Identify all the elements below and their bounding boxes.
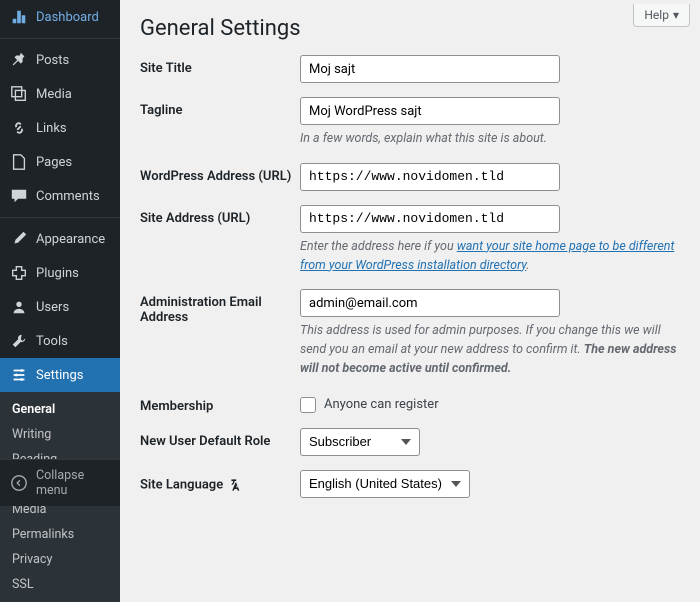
menu-separator [0,217,120,218]
menu-label: Dashboard [36,10,99,25]
desc-siteurl: Enter the address here if you want your … [300,238,680,276]
menu-links[interactable]: Links [0,111,120,145]
submenu-writing[interactable]: Writing [0,422,120,447]
menu-label: Plugins [36,266,79,281]
menu-label: Posts [36,53,69,68]
row-site-title: Site Title [140,55,680,83]
menu-dashboard[interactable]: Dashboard [0,0,120,34]
dashboard-icon [10,8,28,26]
tools-icon [10,332,28,350]
menu-label: Media [36,87,72,102]
row-lang: Site Language English (United States) [140,470,680,498]
row-wpurl: WordPress Address (URL) [140,163,680,191]
collapse-menu[interactable]: Collapse menu [0,459,120,506]
label-wpurl: WordPress Address (URL) [140,163,300,184]
row-tagline: Tagline In a few words, explain what thi… [140,97,680,149]
users-icon [10,298,28,316]
menu-separator [0,38,120,39]
label-siteurl: Site Address (URL) [140,205,300,226]
input-site-title[interactable] [300,55,560,83]
input-tagline[interactable] [300,97,560,125]
menu-plugins[interactable]: Plugins [0,256,120,290]
page-title: General Settings [140,0,680,55]
chevron-down-icon: ▾ [673,8,679,22]
menu-label: Pages [36,155,72,170]
row-siteurl: Site Address (URL) Enter the address her… [140,205,680,276]
menu-label: Settings [36,368,83,383]
menu-users[interactable]: Users [0,290,120,324]
label-site-title: Site Title [140,55,300,76]
brush-icon [10,230,28,248]
input-wpurl[interactable] [300,163,560,191]
pages-icon [10,153,28,171]
row-email: Administration Email Address This addres… [140,289,680,378]
menu-tools[interactable]: Tools [0,324,120,358]
menu-label: Appearance [36,232,105,247]
membership-checkbox-label[interactable]: Anyone can register [300,393,680,413]
checkbox-text: Anyone can register [324,397,439,412]
help-tab[interactable]: Help ▾ [633,4,690,27]
menu-label: Links [36,121,67,136]
collapse-icon [10,474,28,492]
menu-settings[interactable]: Settings [0,358,120,392]
submenu-privacy[interactable]: Privacy [0,547,120,572]
input-email[interactable] [300,289,560,317]
menu-media[interactable]: Media [0,77,120,111]
menu-label: Tools [36,334,68,349]
media-icon [10,85,28,103]
main-content: Help ▾ General Settings Site Title Taglin… [120,0,700,506]
select-lang[interactable]: English (United States) [300,470,470,498]
translate-icon [228,476,246,494]
row-membership: Membership Anyone can register [140,393,680,414]
menu-label: Users [36,300,69,315]
checkbox-membership[interactable] [300,397,316,413]
label-lang: Site Language [140,470,300,494]
menu-posts[interactable]: Posts [0,43,120,77]
menu-label: Comments [36,189,100,204]
submenu-general[interactable]: General [0,397,120,422]
help-label: Help [644,8,669,22]
row-role: New User Default Role Subscriber [140,428,680,456]
submenu-permalinks[interactable]: Permalinks [0,522,120,547]
label-role: New User Default Role [140,428,300,449]
label-email: Administration Email Address [140,289,300,325]
collapse-label: Collapse menu [36,468,110,498]
select-role[interactable]: Subscriber [300,428,420,456]
settings-icon [10,366,28,384]
menu-appearance[interactable]: Appearance [0,222,120,256]
comments-icon [10,187,28,205]
link-icon [10,119,28,137]
admin-sidebar: Dashboard Posts Media Links Pages Commen… [0,0,120,506]
label-membership: Membership [140,393,300,414]
label-tagline: Tagline [140,97,300,118]
plugin-icon [10,264,28,282]
menu-pages[interactable]: Pages [0,145,120,179]
pin-icon [10,51,28,69]
input-siteurl[interactable] [300,205,560,233]
desc-tagline: In a few words, explain what this site i… [300,130,680,149]
desc-email: This address is used for admin purposes.… [300,322,680,378]
menu-comments[interactable]: Comments [0,179,120,213]
submenu-ssl[interactable]: SSL [0,572,120,597]
